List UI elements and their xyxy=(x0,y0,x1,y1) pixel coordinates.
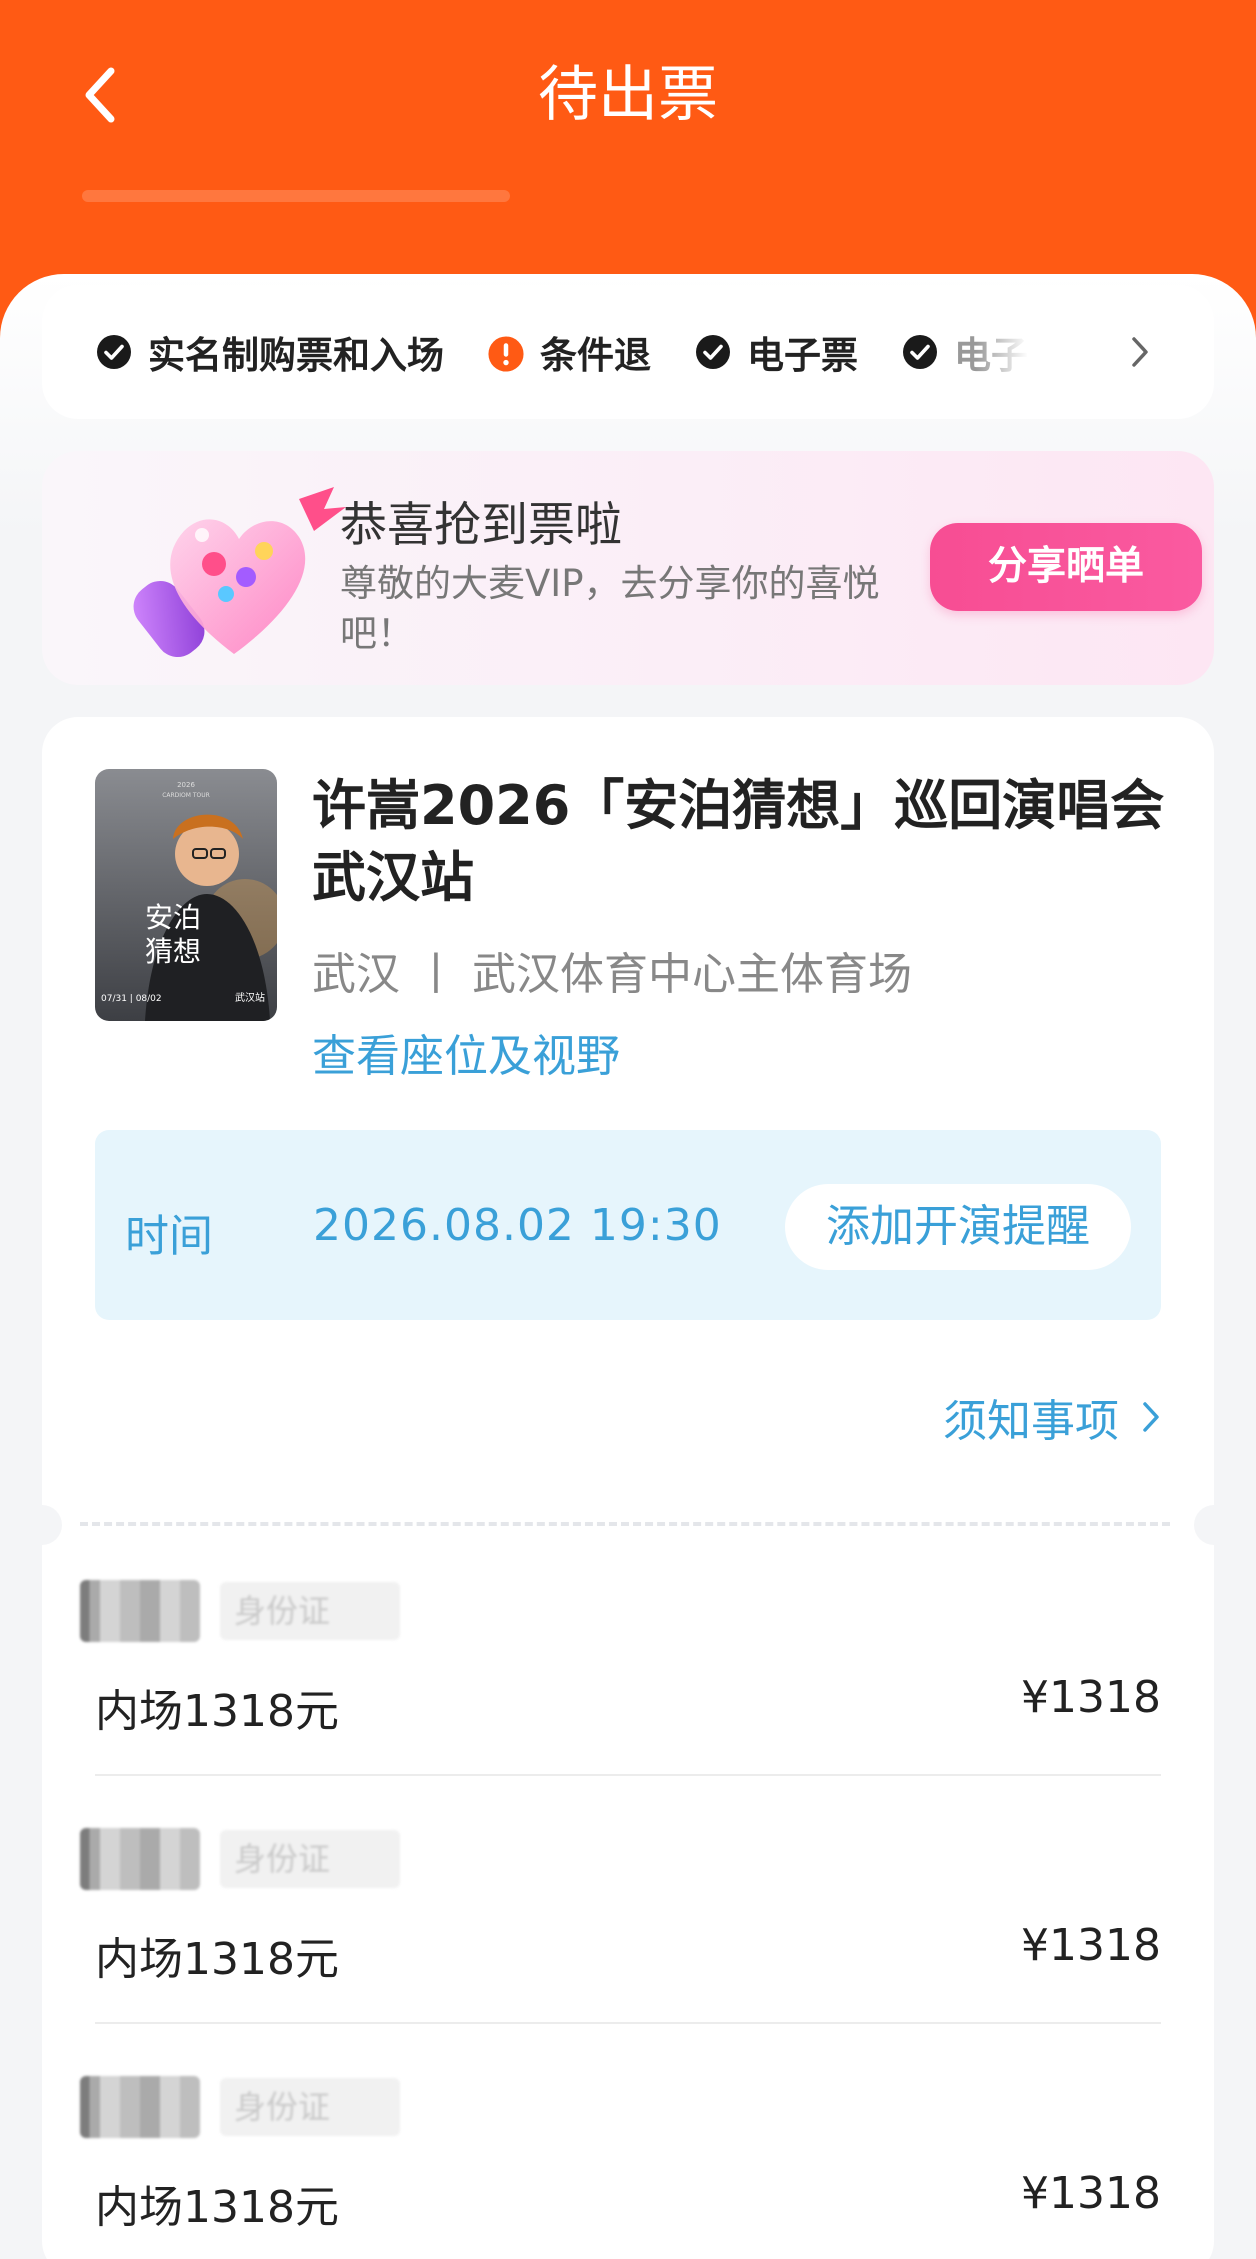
holder-name-redacted xyxy=(80,1828,200,1890)
ticket-name: 内场1318元 xyxy=(95,1934,339,1985)
ticket-item: 身份证 内场1318元 ¥1318 xyxy=(80,1580,1161,1800)
chevron-right-icon xyxy=(1141,1400,1161,1434)
notice-link[interactable]: 须知事项 xyxy=(943,1385,1161,1449)
show-time-box: 时间 2026.08.02 19:30 添加开演提醒 xyxy=(95,1130,1161,1320)
add-reminder-button[interactable]: 添加开演提醒 xyxy=(785,1184,1131,1270)
ticket-separator xyxy=(95,1774,1161,1776)
promo-title: 恭喜抢到票啦 xyxy=(340,498,622,553)
feature-tag-conditional-refund: 条件退 xyxy=(488,325,651,379)
feature-more-button[interactable] xyxy=(1064,285,1174,419)
ticket-separator xyxy=(95,2022,1161,2024)
ticket-item: 身份证 内场1318元 ¥1318 xyxy=(80,2076,1161,2259)
ticket-price: ¥1318 xyxy=(1021,2168,1161,2219)
feature-tag-label: 条件退 xyxy=(540,334,651,377)
chevron-right-icon xyxy=(1132,337,1148,367)
holder-id-redacted: 身份证 xyxy=(220,1582,400,1640)
warning-circle-icon xyxy=(488,334,524,372)
holder-name-redacted xyxy=(80,2076,200,2138)
time-label: 时间 xyxy=(125,1211,213,1262)
ticket-price: ¥1318 xyxy=(1021,1920,1161,1971)
ticket-notch-right xyxy=(1194,1505,1234,1545)
ticket-divider xyxy=(80,1522,1170,1526)
ticket-holder: 身份证 xyxy=(80,2076,400,2138)
ticket-notch-left xyxy=(22,1505,62,1545)
view-seat-link[interactable]: 查看座位及视野 xyxy=(312,1020,620,1084)
feature-tag-label: 实名制购票和入场 xyxy=(148,334,444,377)
ticket-item: 身份证 内场1318元 ¥1318 xyxy=(80,1828,1161,2048)
share-button[interactable]: 分享晒单 xyxy=(930,523,1202,611)
feature-tag-e-ticket-2: 电子 xyxy=(902,325,1028,379)
svg-text:2026: 2026 xyxy=(177,781,195,789)
event-venue: 武汉 丨 武汉体育中心主体育场 xyxy=(312,949,912,1000)
feature-tag-label: 电子 xyxy=(954,334,1028,377)
svg-text:武汉站: 武汉站 xyxy=(235,991,265,1004)
ticket-holder: 身份证 xyxy=(80,1828,400,1890)
feature-tags-bar[interactable]: 实名制购票和入场 条件退 电子票 电子 xyxy=(42,285,1214,419)
check-circle-icon xyxy=(902,334,938,370)
ticket-name: 内场1318元 xyxy=(95,1686,339,1737)
feature-tag-label: 电子票 xyxy=(747,334,858,377)
lightstick-illustration xyxy=(133,487,346,658)
svg-text:猜想: 猜想 xyxy=(145,935,201,968)
holder-id-redacted: 身份证 xyxy=(220,2078,400,2136)
page-title: 待出票 xyxy=(538,60,718,130)
feature-tag-e-ticket: 电子票 xyxy=(695,325,858,379)
feature-tag-real-name: 实名制购票和入场 xyxy=(96,325,444,379)
ticket-name: 内场1318元 xyxy=(95,2182,339,2233)
promo-description: 尊敬的大麦VIP，去分享你的喜悦吧！ xyxy=(340,562,880,655)
check-circle-icon xyxy=(96,334,132,370)
holder-name-redacted xyxy=(80,1580,200,1642)
svg-text:07/31 | 08/02: 07/31 | 08/02 xyxy=(101,994,162,1004)
svg-text:安泊: 安泊 xyxy=(145,901,201,934)
time-value: 2026.08.02 19:30 xyxy=(313,1200,722,1251)
promo-card: 恭喜抢到票啦 尊敬的大麦VIP，去分享你的喜悦吧！ 分享晒单 xyxy=(42,451,1214,685)
event-poster[interactable]: 安泊 猜想 2026 CARDIOM TOUR 07/31 | 08/02 武汉… xyxy=(95,769,277,1021)
holder-id-redacted: 身份证 xyxy=(220,1830,400,1888)
svg-text:CARDIOM TOUR: CARDIOM TOUR xyxy=(162,792,210,799)
header-scroll-indicator xyxy=(82,190,510,202)
check-circle-icon xyxy=(695,334,731,370)
ticket-holder: 身份证 xyxy=(80,1580,400,1642)
notice-link-label: 须知事项 xyxy=(943,1396,1119,1447)
ticket-price: ¥1318 xyxy=(1021,1672,1161,1723)
event-title: 许嵩2026「安泊猜想」巡回演唱会 武汉站 xyxy=(312,774,1165,909)
